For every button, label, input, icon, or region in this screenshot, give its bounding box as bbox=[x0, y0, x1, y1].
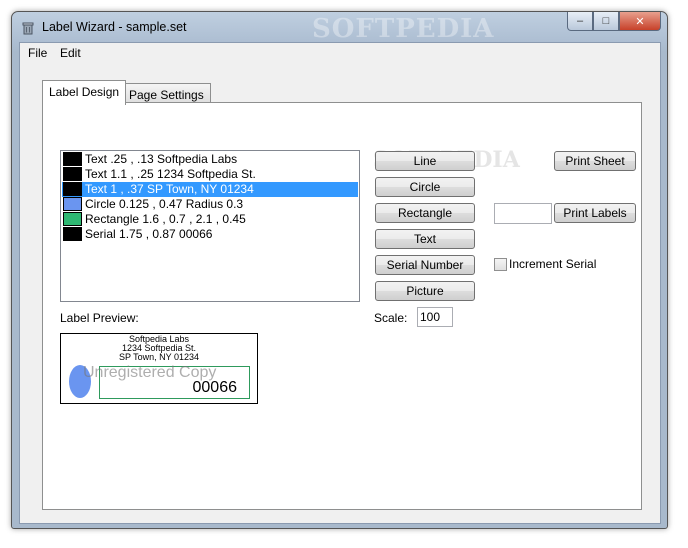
title-bar[interactable]: Label Wizard - sample.set SOFTPEDIA – □ … bbox=[12, 12, 667, 44]
list-item-text: Text .25 , .13 Softpedia Labs bbox=[85, 152, 238, 166]
menu-file[interactable]: File bbox=[28, 46, 47, 60]
window-title: Label Wizard - sample.set bbox=[42, 20, 187, 34]
color-swatch bbox=[63, 167, 82, 181]
label-preview: Softpedia Labs 1234 Softpedia St. SP Tow… bbox=[60, 333, 258, 404]
trash-can-icon bbox=[22, 22, 34, 35]
color-swatch bbox=[63, 212, 82, 226]
list-item[interactable]: Circle 0.125 , 0.47 Radius 0.3 bbox=[62, 197, 358, 212]
print-labels-button[interactable]: Print Labels bbox=[554, 203, 636, 223]
list-item-text: Circle 0.125 , 0.47 Radius 0.3 bbox=[85, 197, 244, 211]
color-swatch bbox=[63, 152, 82, 166]
menu-bar: File Edit bbox=[20, 43, 660, 63]
list-item[interactable]: Text .25 , .13 Softpedia Labs bbox=[62, 152, 358, 167]
line-button[interactable]: Line bbox=[375, 151, 475, 171]
preview-line-3: SP Town, NY 01234 bbox=[118, 352, 200, 362]
client-area: File Edit Label Design Page Settings Tex… bbox=[19, 42, 661, 524]
minimize-button[interactable]: – bbox=[567, 12, 593, 31]
list-item[interactable]: Rectangle 1.6 , 0.7 , 2.1 , 0.45 bbox=[62, 212, 358, 227]
scale-input[interactable]: 100 bbox=[417, 307, 453, 327]
color-swatch bbox=[63, 197, 82, 211]
list-item-text: Text 1.1 , .25 1234 Softpedia St. bbox=[85, 167, 256, 181]
list-item[interactable]: Serial 1.75 , 0.87 00066 bbox=[62, 227, 358, 242]
serial-number-button[interactable]: Serial Number bbox=[375, 255, 475, 275]
list-item[interactable]: Text 1.1 , .25 1234 Softpedia St. bbox=[62, 167, 358, 182]
tab-label-design[interactable]: Label Design bbox=[42, 80, 127, 105]
list-item-text: Text 1 , .37 SP Town, NY 01234 bbox=[85, 182, 254, 196]
element-list[interactable]: Text .25 , .13 Softpedia Labs Text 1.1 ,… bbox=[60, 150, 360, 302]
maximize-button[interactable]: □ bbox=[593, 12, 619, 31]
color-swatch bbox=[63, 227, 82, 241]
rectangle-button[interactable]: Rectangle bbox=[375, 203, 475, 223]
scale-label: Scale: bbox=[374, 311, 408, 325]
list-item-text: Serial 1.75 , 0.87 00066 bbox=[85, 227, 213, 241]
label-count-input[interactable] bbox=[494, 203, 552, 224]
menu-edit[interactable]: Edit bbox=[60, 46, 81, 60]
increment-serial-checkbox[interactable] bbox=[494, 258, 507, 271]
title-watermark: SOFTPEDIA bbox=[312, 14, 495, 44]
close-button[interactable]: ✕ bbox=[619, 12, 661, 31]
text-button[interactable]: Text bbox=[375, 229, 475, 249]
label-design-panel: Text .25 , .13 Softpedia Labs Text 1.1 ,… bbox=[42, 102, 642, 510]
increment-serial-label: Increment Serial bbox=[509, 257, 597, 271]
list-item-selected[interactable]: Text 1 , .37 SP Town, NY 01234 bbox=[62, 182, 358, 197]
color-swatch bbox=[63, 182, 82, 196]
list-item-text: Rectangle 1.6 , 0.7 , 2.1 , 0.45 bbox=[85, 212, 246, 226]
label-preview-heading: Label Preview: bbox=[60, 311, 139, 325]
caption-buttons: – □ ✕ bbox=[567, 12, 661, 32]
circle-button[interactable]: Circle bbox=[375, 177, 475, 197]
preview-serial: 00066 bbox=[192, 379, 238, 396]
print-sheet-button[interactable]: Print Sheet bbox=[554, 151, 636, 171]
main-window: Label Wizard - sample.set SOFTPEDIA – □ … bbox=[11, 11, 668, 529]
picture-button[interactable]: Picture bbox=[375, 281, 475, 301]
